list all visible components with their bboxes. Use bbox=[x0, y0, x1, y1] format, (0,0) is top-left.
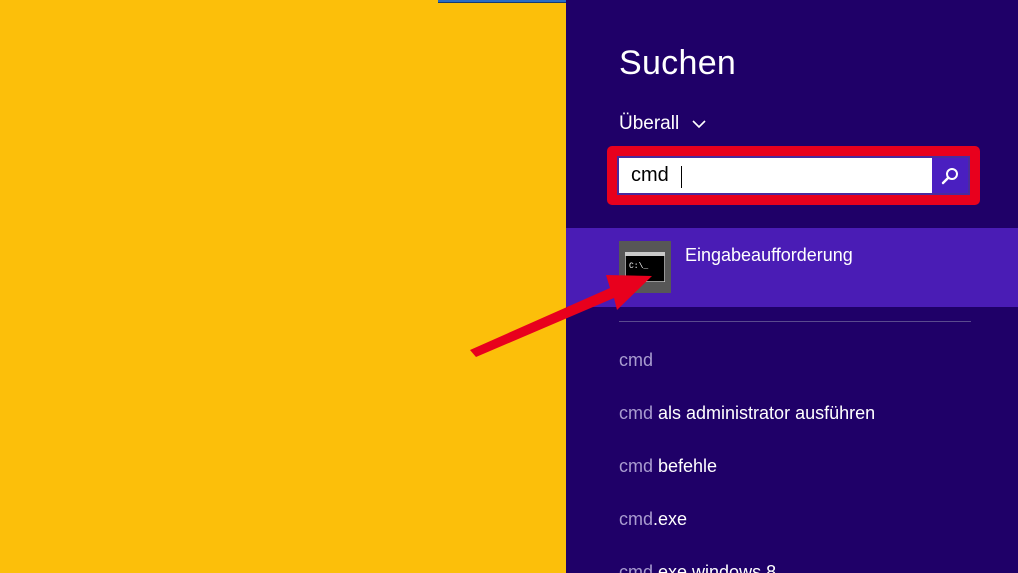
suggestion-query-part: cmd bbox=[619, 403, 654, 423]
top-result-eingabeaufforderung[interactable]: C:\_ Eingabeaufforderung bbox=[566, 228, 1018, 307]
search-highlight-frame bbox=[607, 146, 980, 205]
search-suggestion[interactable]: cmd befehle bbox=[619, 456, 717, 477]
search-input[interactable] bbox=[619, 158, 932, 193]
suggestion-query-part: cmd bbox=[619, 509, 654, 529]
search-icon bbox=[941, 167, 958, 184]
suggestion-query-part: cmd bbox=[619, 456, 654, 476]
command-prompt-icon-text: C:\_ bbox=[629, 262, 648, 271]
search-button[interactable] bbox=[932, 158, 968, 193]
panel-title: Suchen bbox=[619, 44, 737, 82]
search-suggestion[interactable]: cmd bbox=[619, 350, 653, 371]
suggestion-query-part: cmd bbox=[619, 562, 654, 573]
suggestion-completion: .exe bbox=[653, 509, 688, 529]
search-suggestion[interactable]: cmd als administrator ausführen bbox=[619, 403, 875, 424]
search-box bbox=[617, 156, 970, 195]
search-scope-label: Überall bbox=[619, 113, 680, 134]
results-divider bbox=[619, 321, 971, 322]
suggestion-completion: als administrator ausführen bbox=[653, 403, 876, 423]
search-charm-panel: Suchen Überall C:\_ Eingabeau bbox=[566, 0, 1018, 573]
command-prompt-icon: C:\_ bbox=[619, 241, 671, 293]
chevron-down-icon bbox=[692, 120, 706, 129]
suggestion-query-part: cmd bbox=[619, 350, 654, 370]
desktop-background bbox=[0, 0, 566, 573]
search-suggestion[interactable]: cmd.exe windows 8 bbox=[619, 562, 776, 573]
search-scope-dropdown[interactable]: Überall bbox=[619, 113, 707, 135]
suggestion-completion: befehle bbox=[653, 456, 718, 476]
search-suggestion[interactable]: cmd.exe bbox=[619, 509, 687, 530]
top-result-label: Eingabeaufforderung bbox=[685, 245, 853, 265]
desktop-window-edge bbox=[438, 0, 566, 3]
text-caret bbox=[681, 166, 682, 188]
suggestion-completion: .exe windows 8 bbox=[653, 562, 777, 573]
